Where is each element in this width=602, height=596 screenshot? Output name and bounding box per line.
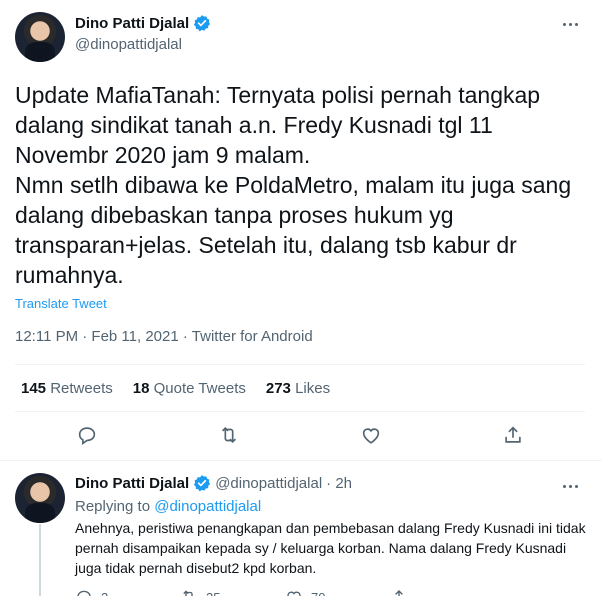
share-icon[interactable]	[502, 424, 524, 446]
like-icon	[287, 591, 301, 596]
author-handle[interactable]: @dinopattidjalal	[75, 36, 211, 53]
author-block: Dino Patti Djalal @dinopattidjalal	[75, 14, 211, 53]
reply-share-button[interactable]	[390, 588, 495, 596]
likes-label: Likes	[295, 380, 331, 397]
author-name-row[interactable]: Dino Patti Djalal	[75, 14, 211, 32]
replying-prefix: Replying to	[75, 498, 151, 515]
verified-badge-icon	[194, 15, 211, 32]
reply-count: 2	[101, 590, 108, 596]
reply-header: Dino Patti Djalal @dinopattidjalal · 2h	[75, 474, 352, 492]
reply-author-name[interactable]: Dino Patti Djalal	[75, 475, 189, 492]
divider	[0, 460, 602, 461]
retweets-stat[interactable]: 145 Retweets	[21, 380, 113, 397]
likes-stat[interactable]: 273 Likes	[266, 380, 330, 397]
quotes-label: Quote Tweets	[153, 380, 246, 397]
like-icon[interactable]	[360, 424, 382, 446]
verified-badge-icon	[194, 475, 211, 492]
quotes-count: 18	[132, 380, 150, 397]
reply-icon[interactable]	[76, 424, 98, 446]
retweet-count: 25	[206, 590, 220, 596]
reply-retweet-button[interactable]: 25	[180, 588, 285, 596]
reply-like-button[interactable]: 70	[285, 588, 390, 596]
like-count: 70	[311, 590, 325, 596]
reply-text: Anehnya, peristiwa penangkapan dan pembe…	[75, 520, 586, 576]
reply-author-handle[interactable]: @dinopattidjalal	[215, 475, 322, 492]
retweet-icon[interactable]	[218, 424, 240, 446]
retweets-count: 145	[21, 380, 47, 397]
likes-count: 273	[265, 380, 291, 397]
reply-icon	[77, 590, 91, 596]
tweet-text: Update MafiaTanah: Ternyata polisi perna…	[15, 82, 572, 288]
tweet-stats: 145 Retweets 18 Quote Tweets 273 Likes	[21, 380, 330, 397]
thread-line	[39, 524, 41, 596]
reply-time[interactable]: · 2h	[326, 475, 352, 492]
tweet-actions	[0, 424, 602, 452]
more-icon[interactable]	[560, 14, 580, 34]
quotes-stat[interactable]: 18 Quote Tweets	[133, 380, 246, 397]
avatar[interactable]	[15, 12, 65, 62]
divider	[15, 411, 585, 412]
tweet-timestamp[interactable]: 12:11 PM · Feb 11, 2021 · Twitter for An…	[15, 328, 313, 345]
more-icon[interactable]	[560, 476, 580, 496]
retweet-icon	[183, 590, 193, 596]
translate-tweet-link[interactable]: Translate Tweet	[15, 296, 107, 311]
author-name[interactable]: Dino Patti Djalal	[75, 15, 189, 32]
retweets-label: Retweets	[50, 380, 113, 397]
share-icon	[395, 590, 403, 596]
divider	[15, 364, 585, 365]
replying-to: Replying to @dinopattidjalal	[75, 498, 261, 515]
reply-reply-button[interactable]: 2	[75, 588, 180, 596]
replying-mention-link[interactable]: @dinopattidjalal	[154, 498, 261, 515]
avatar[interactable]	[15, 473, 65, 523]
reply-actions: 2 25 70	[75, 588, 495, 596]
